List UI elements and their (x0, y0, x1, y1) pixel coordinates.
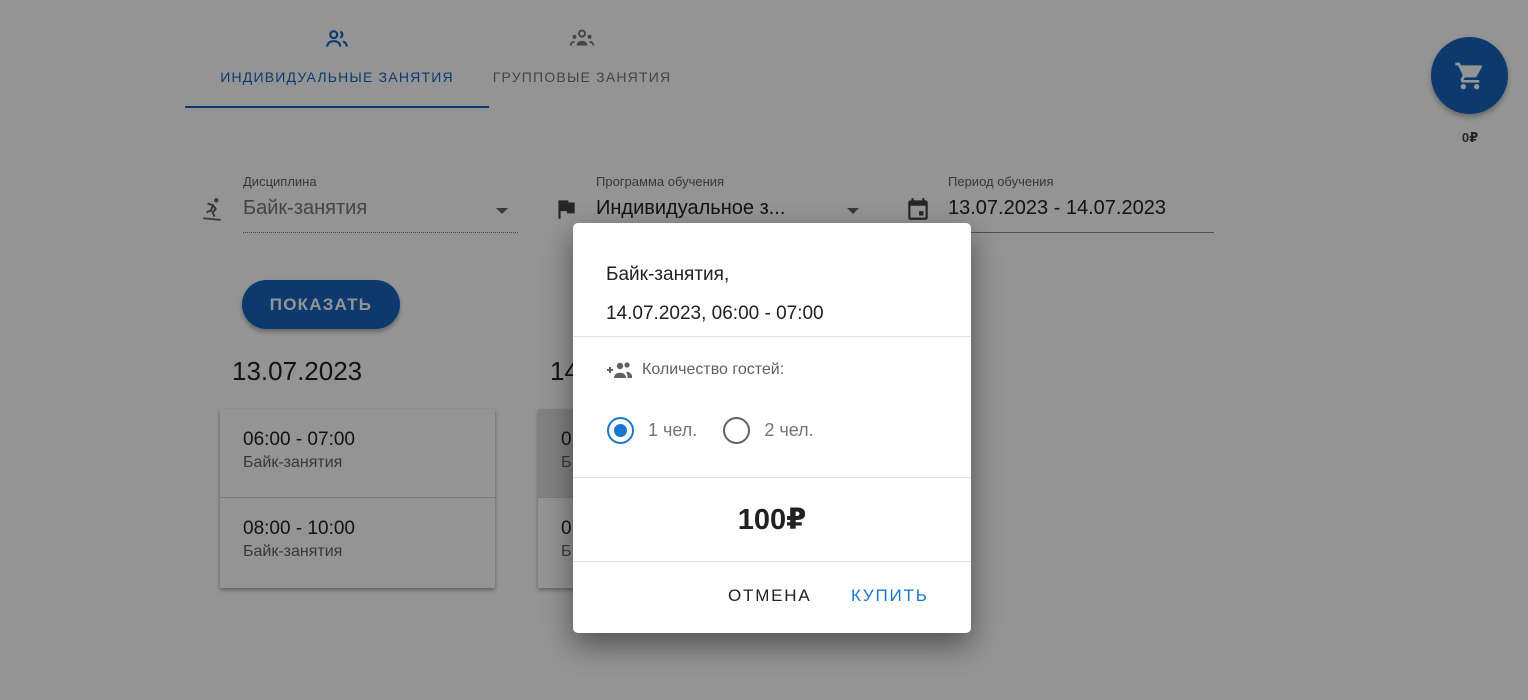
radio-button[interactable] (723, 417, 751, 444)
dialog-actions: ОТМЕНА КУПИТЬ (573, 562, 971, 633)
radio-button-checked[interactable] (607, 417, 634, 444)
guests-section: Количество гостей: 1 чел. 2 чел. (573, 337, 971, 478)
radio-option-2[interactable]: 2 чел. (723, 417, 814, 444)
radio-label: 2 чел. (764, 420, 814, 440)
cancel-button[interactable]: ОТМЕНА (728, 586, 812, 606)
buy-button[interactable]: КУПИТЬ (851, 586, 929, 606)
radio-label: 1 чел. (648, 420, 698, 440)
dialog-header: Байк-занятия, 14.07.2023, 06:00 - 07:00 (573, 223, 971, 337)
dialog-title-line2: 14.07.2023, 06:00 - 07:00 (606, 303, 824, 324)
guests-label-text: Количество гостей: (642, 361, 785, 378)
guests-label: Количество гостей: (606, 359, 784, 381)
radio-option-1[interactable]: 1 чел. (607, 417, 697, 444)
guests-radio-group: 1 чел. 2 чел. (607, 417, 840, 444)
price: 100₽ (573, 478, 971, 562)
dialog-title-line1: Байк-занятия, (606, 264, 730, 285)
add-guests-icon (607, 362, 632, 378)
booking-dialog: Байк-занятия, 14.07.2023, 06:00 - 07:00 … (573, 223, 971, 633)
